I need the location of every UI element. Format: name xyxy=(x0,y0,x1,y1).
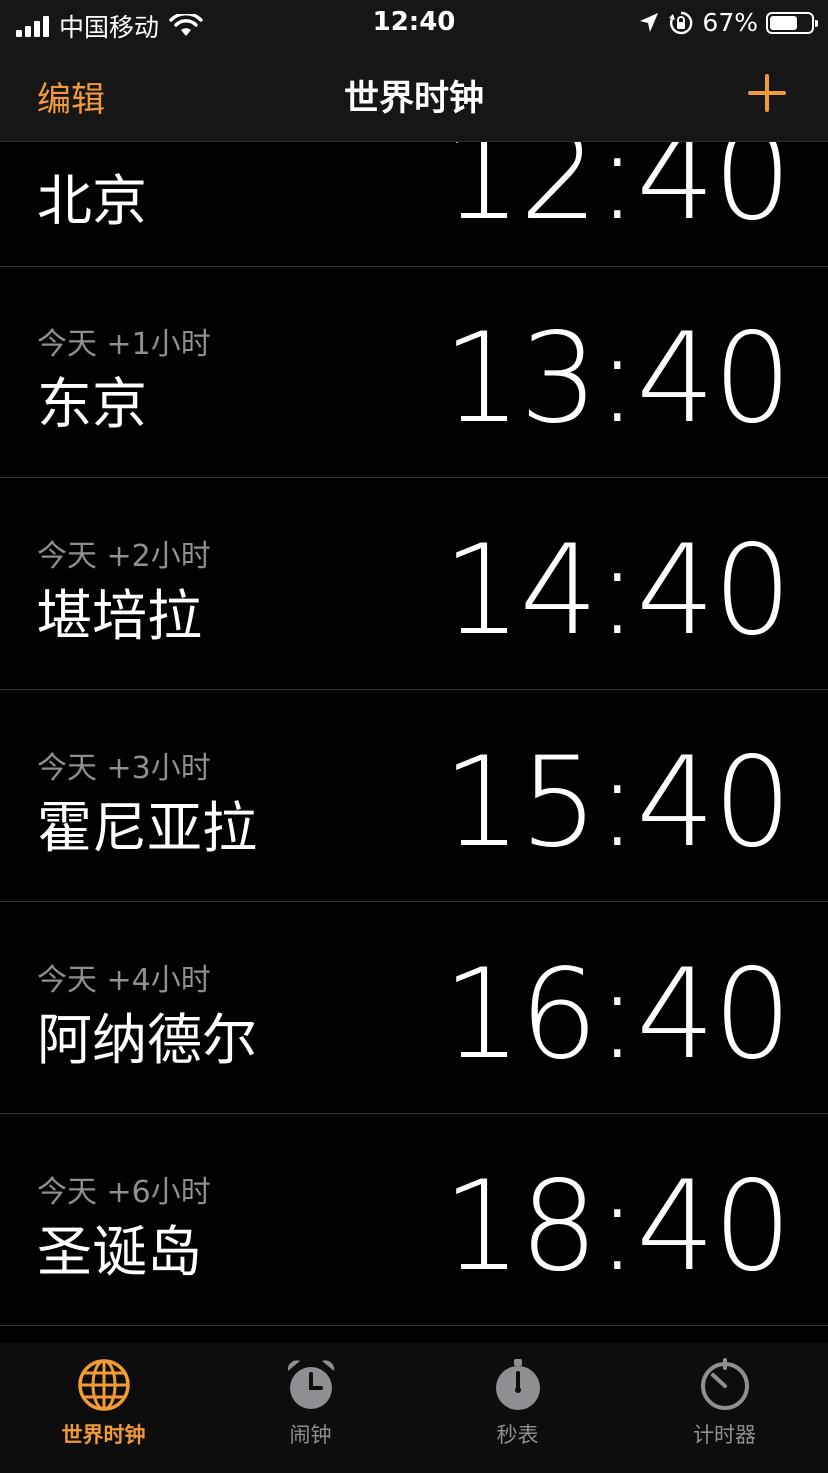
tab-timer[interactable]: 计时器 xyxy=(621,1357,828,1449)
tab-bar: 世界时钟 闹钟 秒表 计时器 xyxy=(0,1343,828,1473)
clock-row[interactable]: 今天 +2小时 堪培拉 14:40 xyxy=(0,479,828,690)
time-offset: 今天 +4小时 xyxy=(37,963,211,998)
orientation-lock-icon xyxy=(669,11,693,34)
clock-time: 18:40 xyxy=(442,1155,792,1299)
clock-time: 16:40 xyxy=(442,943,792,1087)
clock-time: 13:40 xyxy=(442,307,792,451)
city-name: 阿纳德尔 xyxy=(37,1008,258,1072)
clock-row[interactable]: 今天 +1小时 东京 13:40 xyxy=(0,267,828,478)
clock-time: 15:40 xyxy=(442,731,792,875)
world-clock-list: 北京 12:40 今天 +1小时 东京 13:40 今天 +2小时 堪培拉 14… xyxy=(0,142,828,1342)
clock-row[interactable]: 今天 +3小时 霍尼亚拉 15:40 xyxy=(0,691,828,902)
edit-button[interactable]: 编辑 xyxy=(37,72,105,121)
tab-alarm[interactable]: 闹钟 xyxy=(207,1357,414,1449)
battery-fill xyxy=(770,15,797,30)
city-name: 圣诞岛 xyxy=(37,1220,203,1284)
clock-row[interactable]: 北京 12:40 xyxy=(0,142,828,267)
tab-label: 闹钟 xyxy=(289,1423,332,1447)
clock-row[interactable]: 今天 +4小时 阿纳德尔 16:40 xyxy=(0,903,828,1114)
timer-icon xyxy=(700,1358,749,1410)
time-offset: 今天 +3小时 xyxy=(37,751,211,786)
city-name: 东京 xyxy=(37,372,148,436)
city-name: 堪培拉 xyxy=(37,584,203,648)
clock-row[interactable]: 今天 +6小时 圣诞岛 18:40 xyxy=(0,1115,828,1326)
battery-percent: 67% xyxy=(702,8,758,37)
tab-label: 世界时钟 xyxy=(61,1423,146,1447)
clock-time: 12:40 xyxy=(442,142,792,248)
tab-stopwatch[interactable]: 秒表 xyxy=(414,1357,621,1449)
city-name: 北京 xyxy=(37,169,148,233)
time-offset: 今天 +2小时 xyxy=(37,539,211,574)
tab-label: 秒表 xyxy=(496,1423,539,1447)
alarm-clock-icon xyxy=(287,1360,334,1409)
stopwatch-icon xyxy=(495,1359,540,1410)
time-offset: 今天 +1小时 xyxy=(37,327,211,362)
time-offset: 今天 +6小时 xyxy=(37,1175,211,1210)
navigation-bar: 编辑 世界时钟 xyxy=(0,48,828,142)
city-name: 霍尼亚拉 xyxy=(37,796,258,860)
status-bar: 中国移动 12:40 67% xyxy=(0,0,828,48)
page-title: 世界时钟 xyxy=(343,79,484,119)
location-arrow-icon xyxy=(640,12,659,32)
clock-time: 14:40 xyxy=(442,519,792,663)
tab-world-clock[interactable]: 世界时钟 xyxy=(0,1357,207,1449)
status-right: 67% xyxy=(638,8,818,37)
tab-label: 计时器 xyxy=(693,1423,756,1447)
battery-icon xyxy=(766,11,818,34)
plus-icon[interactable] xyxy=(746,72,788,114)
globe-icon xyxy=(77,1359,130,1411)
